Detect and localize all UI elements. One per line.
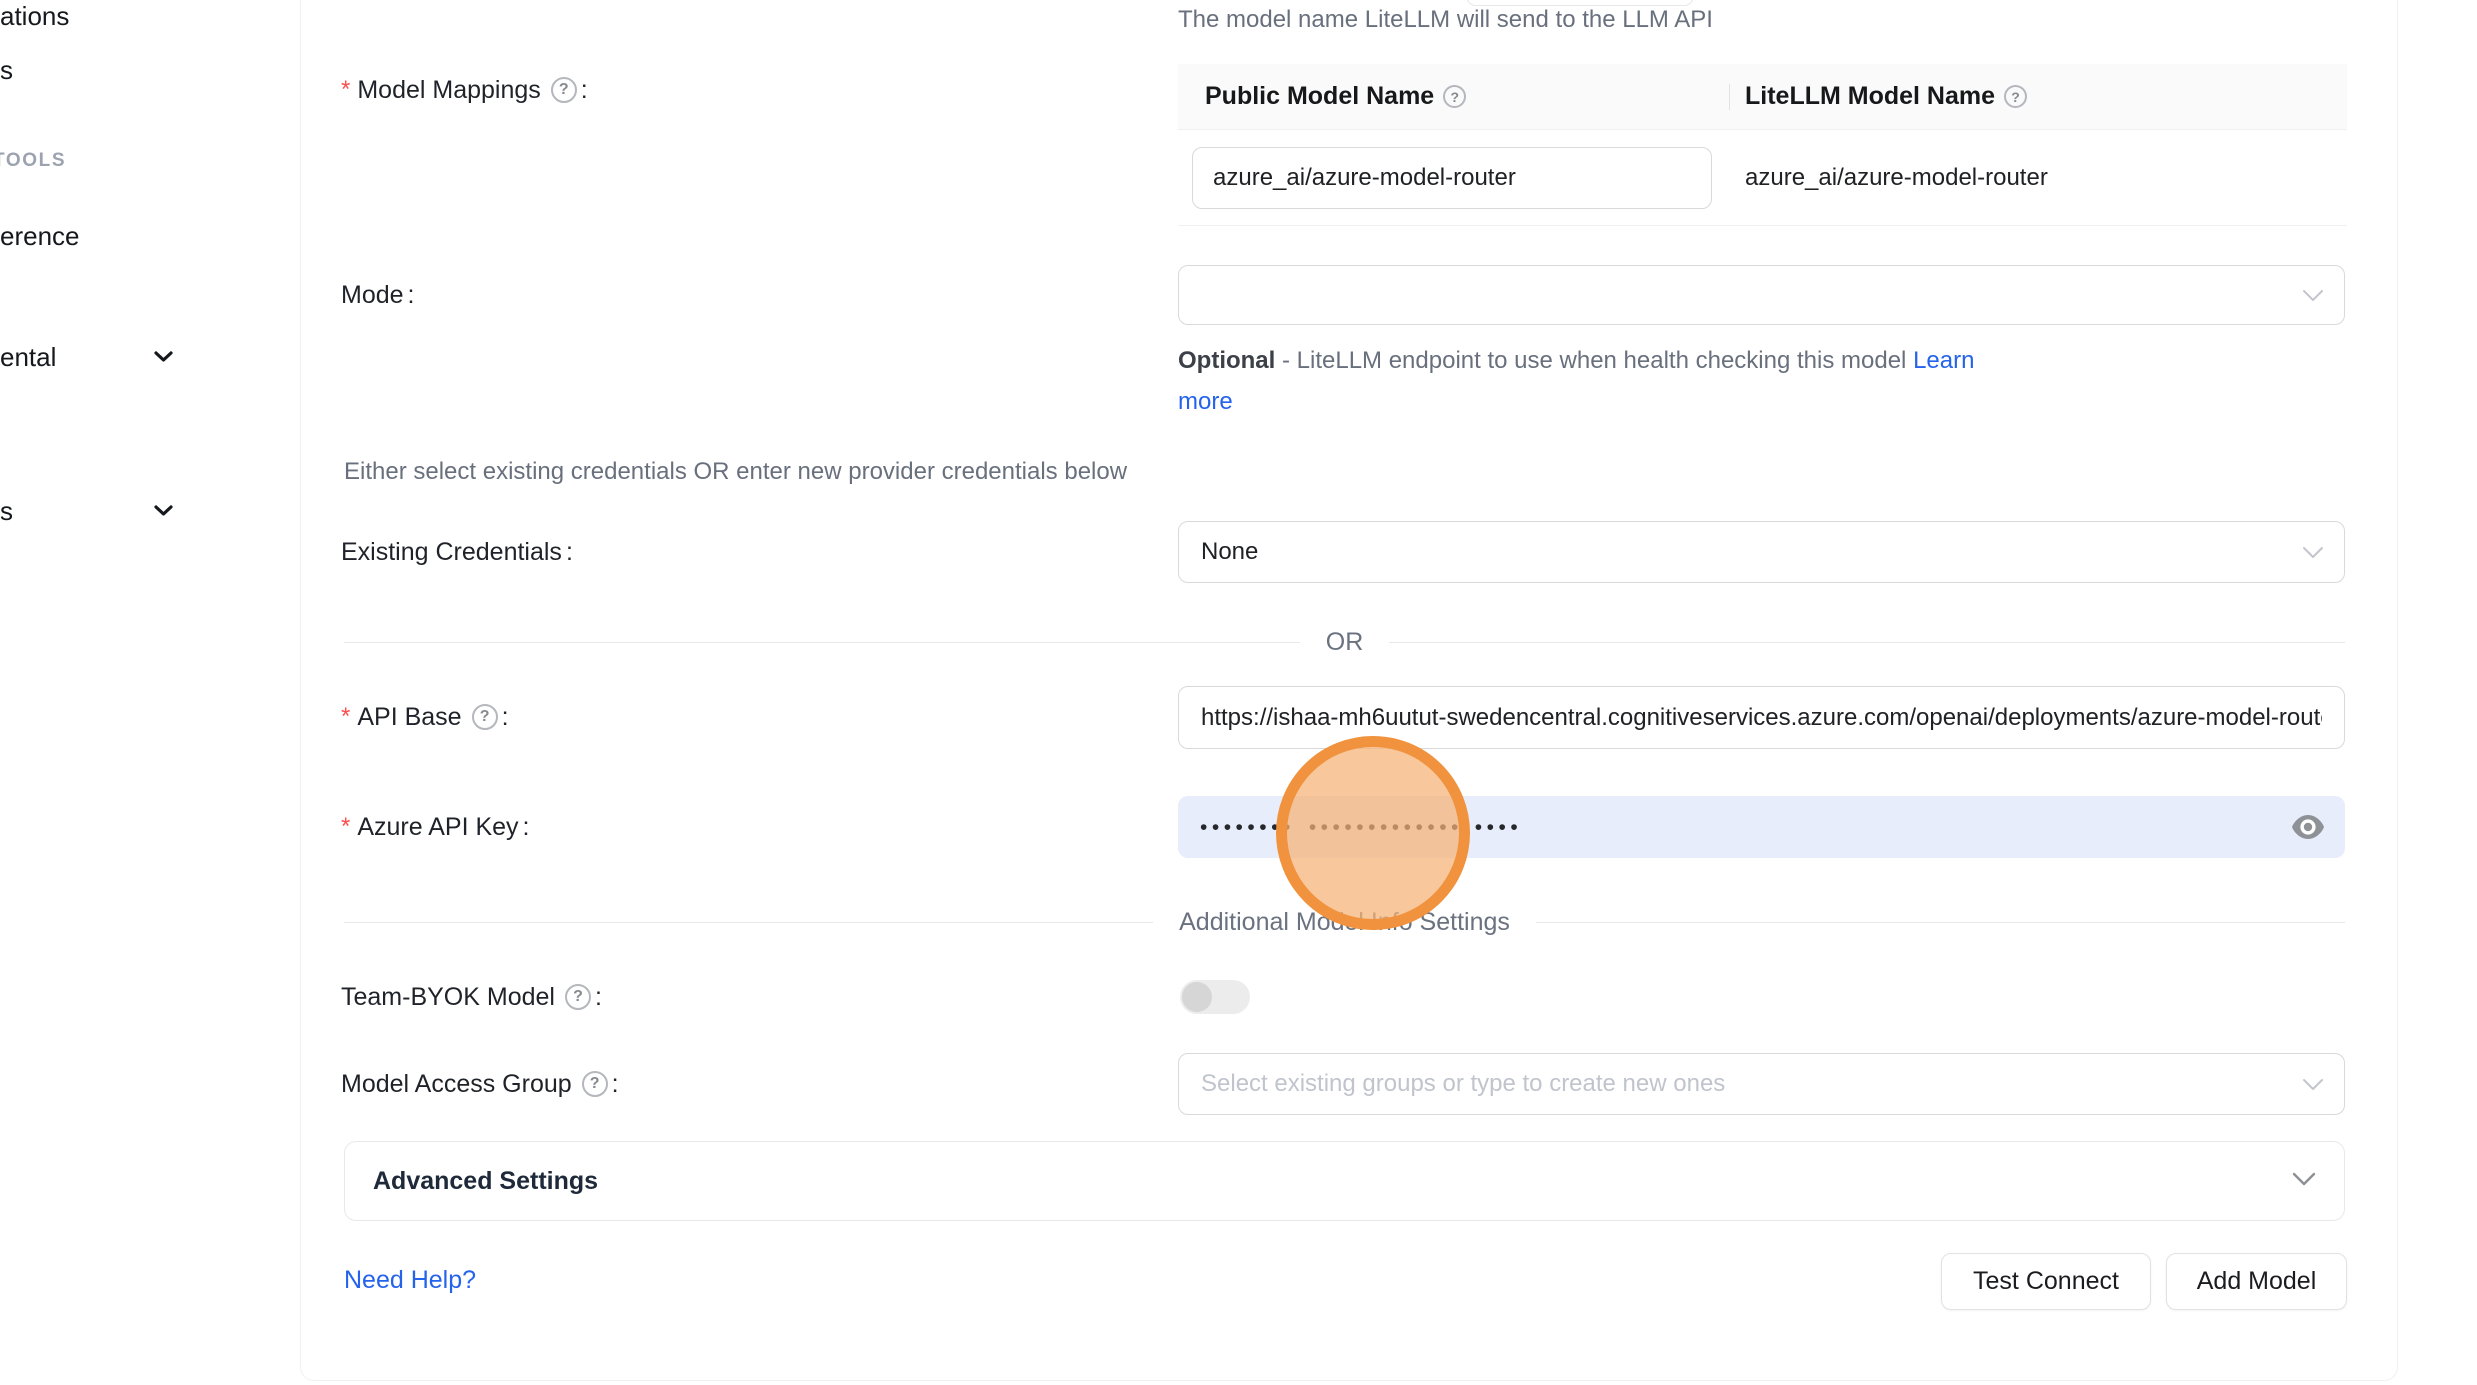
table-row: azure_ai/azure-model-router bbox=[1178, 130, 2347, 226]
existing-credentials-select[interactable]: None bbox=[1178, 521, 2345, 583]
chevron-down-icon[interactable] bbox=[154, 504, 173, 522]
azure-api-key-input[interactable]: •••••••• •••••••••••••••••• bbox=[1178, 796, 2345, 858]
api-base-input[interactable] bbox=[1178, 686, 2345, 749]
sidebar-section-label: TOOLS bbox=[0, 150, 66, 172]
chevron-down-icon bbox=[2302, 281, 2324, 309]
model-access-group-placeholder: Select existing groups or type to create… bbox=[1201, 1070, 1725, 1098]
test-connect-button[interactable]: Test Connect bbox=[1941, 1253, 2151, 1310]
team-byok-label: Team-BYOK Model ? : bbox=[341, 973, 602, 1021]
azure-api-key-label: * Azure API Key : bbox=[341, 803, 530, 851]
required-asterisk: * bbox=[341, 76, 350, 104]
mode-select[interactable] bbox=[1178, 265, 2345, 325]
chevron-down-icon bbox=[2302, 1070, 2324, 1098]
litellm-model-name-value: azure_ai/azure-model-router bbox=[1745, 164, 2048, 192]
help-icon[interactable]: ? bbox=[582, 1071, 608, 1097]
chevron-down-icon[interactable] bbox=[154, 350, 173, 368]
help-icon[interactable]: ? bbox=[2004, 85, 2027, 108]
existing-credentials-label: Existing Credentials : bbox=[341, 528, 573, 576]
help-icon[interactable]: ? bbox=[1443, 85, 1466, 108]
sidebar-item[interactable]: s bbox=[0, 496, 13, 527]
team-byok-toggle[interactable] bbox=[1180, 980, 1250, 1014]
mode-help-text: Optional - LiteLLM endpoint to use when … bbox=[1178, 340, 2023, 422]
toggle-knob bbox=[1182, 982, 1212, 1012]
help-icon[interactable]: ? bbox=[472, 704, 498, 730]
required-asterisk: * bbox=[341, 813, 350, 841]
need-help-link[interactable]: Need Help? bbox=[344, 1266, 476, 1295]
model-access-group-select[interactable]: Select existing groups or type to create… bbox=[1178, 1053, 2345, 1115]
table-header-row: Public Model Name ? LiteLLM Model Name ? bbox=[1178, 64, 2347, 130]
advanced-settings-panel[interactable]: Advanced Settings bbox=[344, 1141, 2345, 1221]
model-mappings-table: Public Model Name ? LiteLLM Model Name ?… bbox=[1178, 64, 2347, 226]
mode-label: Mode : bbox=[341, 271, 415, 319]
add-model-button[interactable]: Add Model bbox=[2166, 1253, 2347, 1310]
model-access-group-label: Model Access Group ? : bbox=[341, 1060, 619, 1108]
help-icon[interactable]: ? bbox=[551, 77, 577, 103]
additional-settings-divider-label: Additional Model Info Settings bbox=[1179, 908, 1510, 937]
or-divider-label: OR bbox=[1326, 628, 1364, 657]
column-header-litellm-model-name: LiteLLM Model Name ? bbox=[1729, 64, 2347, 129]
masked-password-dots: •••••••••••••••••• bbox=[1309, 817, 1522, 838]
advanced-settings-title: Advanced Settings bbox=[373, 1167, 598, 1196]
column-header-public-model-name: Public Model Name ? bbox=[1178, 64, 1729, 129]
model-name-hint: The model name LiteLLM will send to the … bbox=[1178, 6, 1713, 34]
chevron-down-icon bbox=[2292, 1172, 2316, 1191]
chevron-down-icon bbox=[2302, 538, 2324, 566]
sidebar-item[interactable]: ental bbox=[0, 342, 56, 373]
credentials-note: Either select existing credentials OR en… bbox=[344, 458, 1127, 486]
sidebar-item[interactable]: ations bbox=[0, 1, 69, 32]
additional-settings-divider: Additional Model Info Settings bbox=[344, 908, 2345, 936]
sidebar-item[interactable]: erence bbox=[0, 221, 80, 252]
public-model-name-input[interactable] bbox=[1192, 147, 1712, 209]
required-asterisk: * bbox=[341, 703, 350, 731]
eye-icon[interactable] bbox=[2291, 814, 2325, 840]
existing-credentials-value: None bbox=[1201, 538, 1258, 566]
sidebar-item[interactable]: s bbox=[0, 55, 13, 86]
model-mappings-label: * Model Mappings ? : bbox=[341, 66, 588, 114]
masked-password-dots: •••••••• bbox=[1200, 817, 1295, 838]
column-separator bbox=[1729, 84, 1730, 110]
help-icon[interactable]: ? bbox=[565, 984, 591, 1010]
api-base-label: * API Base ? : bbox=[341, 693, 509, 741]
or-divider: OR bbox=[344, 628, 2345, 656]
